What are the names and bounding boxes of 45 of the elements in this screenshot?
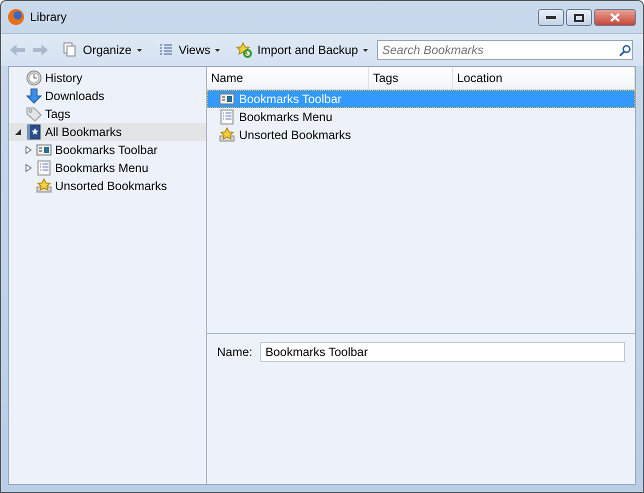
maximize-button[interactable]: [566, 9, 592, 26]
toolbar-folder-icon: [219, 91, 235, 107]
tree-item[interactable]: Unsorted Bookmarks: [9, 177, 206, 195]
tray-star-icon: [36, 178, 52, 194]
tree-item[interactable]: Bookmarks Toolbar: [9, 141, 206, 159]
window-title: Library: [30, 10, 67, 24]
expander-icon[interactable]: [14, 128, 22, 136]
tree-item[interactable]: Downloads: [9, 87, 206, 105]
close-button[interactable]: [594, 9, 636, 26]
minimize-icon: [546, 16, 556, 20]
toolbar-menu-button[interactable]: Import and Backup: [233, 40, 372, 60]
clock-icon: [26, 70, 42, 86]
toolbar-folder-icon: [36, 142, 52, 158]
caret-icon: [363, 48, 368, 52]
toolbar-menu-button[interactable]: Views: [154, 40, 224, 60]
menu-list-icon: [219, 109, 235, 125]
tag-icon: [26, 106, 42, 122]
tray-star-icon: [219, 127, 235, 143]
maximize-icon: [574, 14, 584, 22]
column-header[interactable]: Location: [453, 67, 635, 89]
caret-icon: [136, 48, 142, 52]
name-label: Name:: [217, 345, 252, 359]
search-field[interactable]: Search Bookmarks: [377, 40, 633, 60]
browser-logo-icon: [8, 9, 24, 25]
star-refresh-icon: [236, 42, 252, 58]
list-icon: [158, 42, 174, 58]
column-header[interactable]: Tags: [369, 67, 453, 89]
tree-item[interactable]: History: [9, 69, 206, 87]
name-field[interactable]: Bookmarks Toolbar: [260, 342, 625, 362]
bookmark-book-icon: [26, 124, 42, 140]
list-row[interactable]: Unsorted Bookmarks: [207, 126, 635, 144]
tree-item[interactable]: Tags: [9, 105, 206, 123]
expander-icon[interactable]: [24, 164, 32, 172]
down-arrow-icon: [26, 88, 42, 104]
expander-icon[interactable]: [24, 146, 32, 154]
caret-icon: [215, 48, 220, 52]
toolbar-menu-button[interactable]: Organize: [58, 40, 145, 60]
menu-list-icon: [36, 160, 52, 176]
pages-icon: [62, 42, 78, 58]
tree-item[interactable]: Bookmarks Menu: [9, 159, 206, 177]
list-row[interactable]: Bookmarks Menu: [207, 108, 635, 126]
tree-item[interactable]: All Bookmarks: [9, 123, 206, 141]
column-header[interactable]: Name: [207, 67, 369, 89]
minimize-button[interactable]: [538, 9, 564, 26]
close-icon: [610, 13, 620, 22]
